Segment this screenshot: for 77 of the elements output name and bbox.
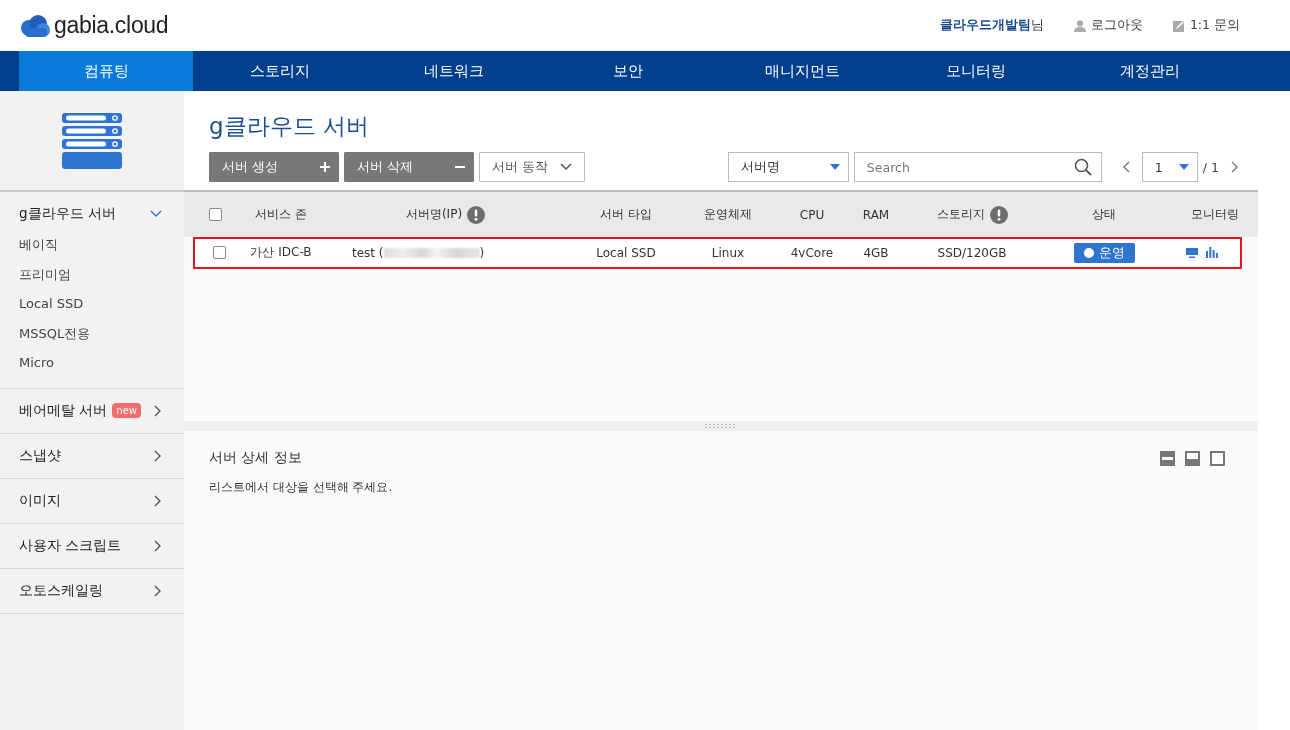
table-cell: 4GB (863, 245, 889, 260)
nav-tab[interactable]: 네트워크 (367, 51, 541, 91)
sidebar-item[interactable]: 이미지 (0, 478, 184, 523)
table-cell: Linux (711, 245, 745, 260)
column-header: 모니터링 (1190, 206, 1239, 223)
user-name: 클라우드개발팀님 (939, 17, 1044, 34)
logout-link[interactable]: 로그아웃 (1073, 17, 1143, 34)
chevron-left-icon[interactable] (1122, 161, 1130, 173)
panel-message: 리스트에서 대상을 선택해 주세요. (209, 479, 394, 496)
page-title: g클라우드 서버 (209, 112, 370, 141)
row-checkbox[interactable] (213, 246, 226, 259)
column-header: 스토리지 (936, 206, 985, 223)
grip-icon (705, 424, 737, 428)
caret-icon (1178, 164, 1189, 170)
select-all-checkbox[interactable] (208, 208, 222, 221)
sidebar-subitem[interactable]: Local SSD (0, 289, 184, 319)
sidebar-subitem[interactable]: Micro (0, 348, 184, 378)
chevron-right-icon (154, 449, 162, 462)
table-cell: ) (479, 245, 485, 260)
chevron-right-icon (154, 404, 162, 417)
column-header: 서버 타입 (600, 206, 652, 223)
info-icon (467, 205, 486, 224)
table-cell: 4vCore (790, 245, 834, 260)
server-icon (62, 112, 122, 169)
nav-tab[interactable]: 컴퓨팅 (19, 51, 193, 91)
table-cell: test ( (352, 245, 384, 260)
sidebar-item[interactable]: 사용자 스크립트 (0, 523, 184, 568)
inquiry-link[interactable]: 1:1 문의 (1172, 17, 1240, 34)
chevron-right-icon (154, 494, 162, 507)
caret-icon (829, 164, 840, 170)
plus-icon (320, 162, 330, 172)
sidebar-subitem[interactable]: MSSQL전용 (0, 318, 184, 348)
table-cell: SSD/120GB (937, 245, 1007, 260)
chevron-right-icon[interactable] (1231, 161, 1238, 173)
nav-tab[interactable]: 스토리지 (193, 51, 367, 91)
search-field[interactable]: Search (853, 152, 1102, 182)
page-dropdown[interactable]: 1 (1141, 152, 1198, 182)
filter-dropdown[interactable]: 서버명 (727, 152, 849, 182)
half-panel-icon[interactable] (1185, 450, 1200, 466)
column-header: 상태 (1092, 206, 1116, 223)
sidebar-subitem[interactable]: 프리미엄 (0, 259, 184, 289)
action-button[interactable]: 서버 삭제 (344, 152, 474, 182)
nav-tab[interactable]: 매니지먼트 (715, 51, 889, 91)
cloud-icon (19, 13, 51, 38)
action-button[interactable]: 서버 생성 (209, 152, 339, 182)
sidebar-item[interactable]: 스냅샷 (0, 433, 184, 478)
search-icon (1073, 158, 1092, 176)
chevron-down-icon (560, 163, 572, 171)
column-header: CPU (799, 207, 825, 222)
nav-tab[interactable]: 보안 (541, 51, 715, 91)
table-row[interactable]: 가산 IDC-B test ( ) Local SSD Linux 4vCore 4GB SSD/120GB 운영 (193, 237, 1242, 269)
panel-title: 서버 상세 정보 (209, 449, 302, 467)
logo-text: gabia.cloud (54, 12, 169, 39)
column-header: 서비스 존 (255, 206, 307, 223)
sidebar-item[interactable]: 오토스케일링 (0, 568, 184, 613)
pencil-icon (1172, 19, 1185, 32)
table-cell: 가산 IDC-B (250, 244, 312, 261)
status-badge: 운영 (1073, 242, 1135, 263)
minimize-panel-icon[interactable] (1160, 450, 1175, 466)
new-badge: new (112, 403, 141, 418)
column-header: RAM (862, 207, 890, 222)
person-icon (1073, 19, 1086, 32)
chevron-down-icon (150, 210, 162, 218)
column-header: 서버명(IP) (405, 206, 463, 223)
action-dropdown[interactable]: 서버 동작 (479, 152, 585, 182)
table-cell: Local SSD (596, 245, 656, 260)
maximize-panel-icon[interactable] (1210, 450, 1225, 466)
monitor-icon (1186, 247, 1198, 258)
bar-chart-icon (1206, 247, 1218, 258)
nav-tab[interactable]: 계정관리 (1063, 51, 1237, 91)
column-header: 운영체제 (704, 206, 752, 223)
nav-tab[interactable]: 모니터링 (889, 51, 1063, 91)
info-icon (989, 205, 1008, 224)
sidebar-item[interactable]: 베어메탈 서버 new (0, 388, 184, 433)
page-total: / 1 (1202, 159, 1219, 175)
chevron-right-icon (154, 539, 162, 552)
chevron-right-icon (154, 584, 162, 597)
